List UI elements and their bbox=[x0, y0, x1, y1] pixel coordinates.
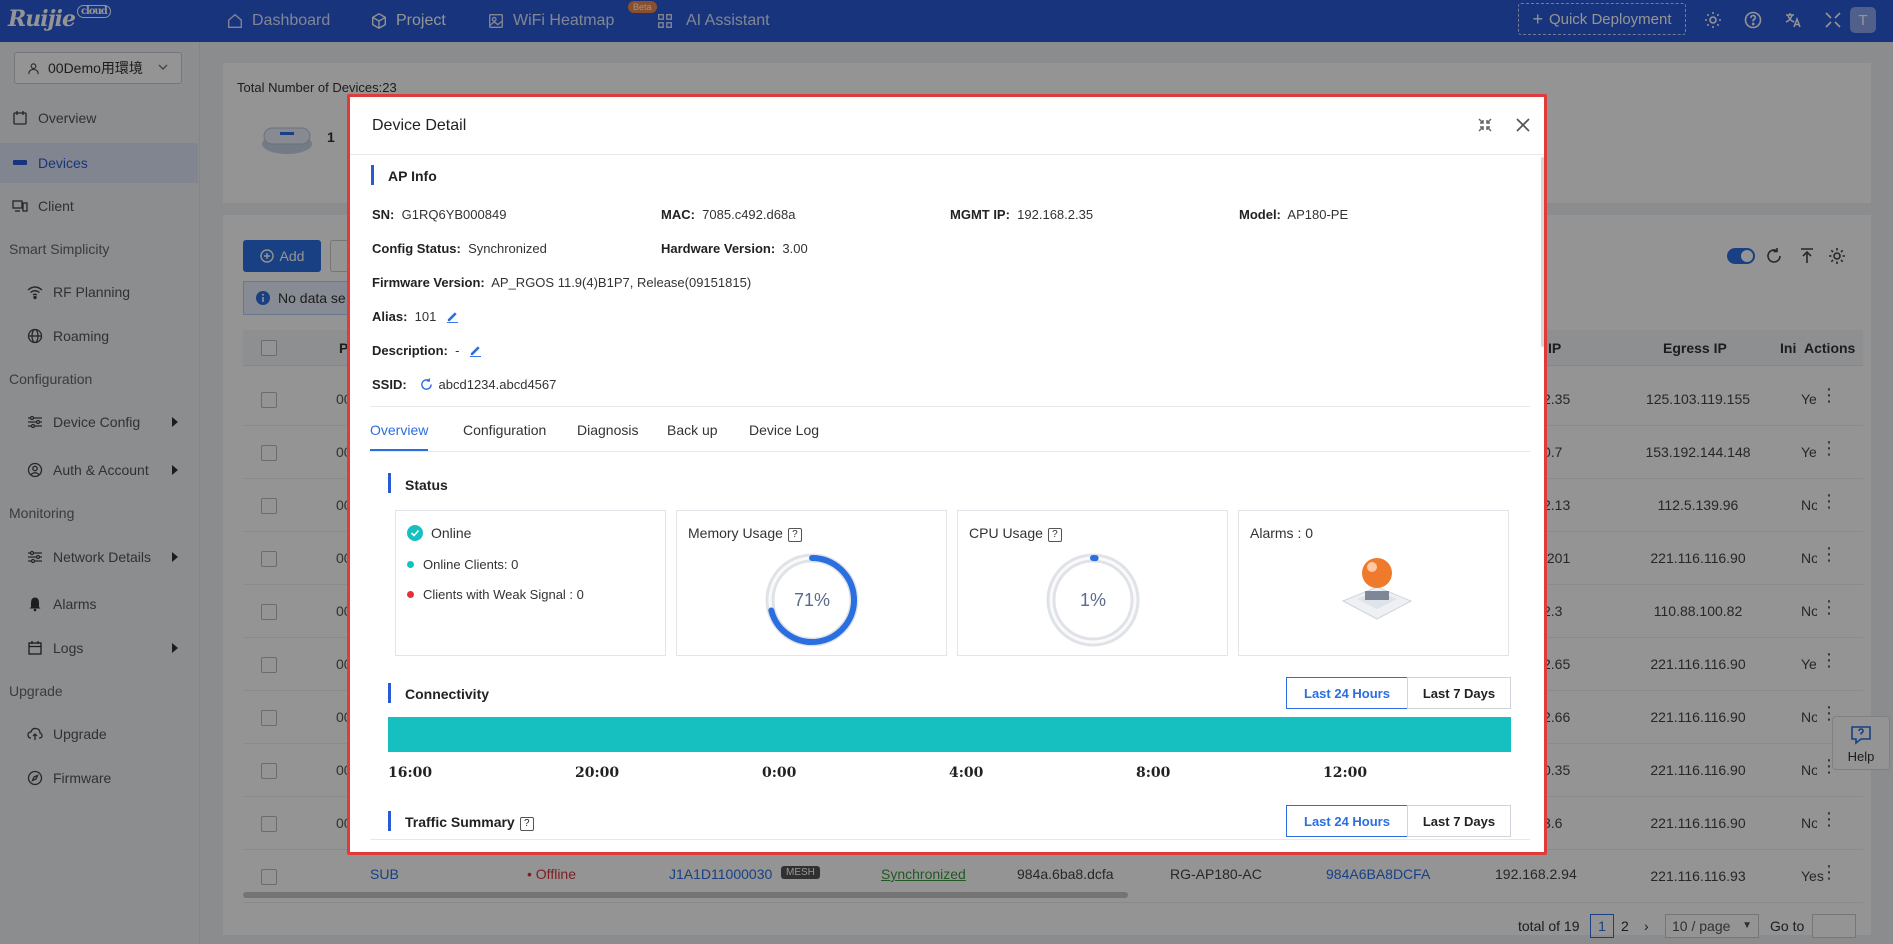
info-divider bbox=[370, 406, 1530, 407]
mac-field: MAC: 7085.c492.d68a bbox=[661, 207, 796, 222]
sn-field: SN: G1RQ6YB000849 bbox=[372, 207, 507, 222]
traffic-last-24-hours-button[interactable]: Last 24 Hours bbox=[1286, 805, 1408, 837]
tabs-divider bbox=[370, 451, 1530, 452]
traffic-summary-title: Traffic Summary? bbox=[405, 814, 534, 831]
sync-icon[interactable] bbox=[420, 378, 433, 391]
online-status-card: Online Online Clients: 0 Clients with We… bbox=[395, 510, 666, 656]
connectivity-title: Connectivity bbox=[405, 686, 490, 702]
section-accent-bar bbox=[388, 473, 391, 493]
time-tick: 8:00 bbox=[1136, 765, 1171, 781]
device-detail-modal: Device Detail AP Info SN: G1RQ6YB000849 … bbox=[347, 94, 1547, 855]
cpu-usage-value: 1% bbox=[1080, 590, 1106, 610]
tab-back-up[interactable]: Back up bbox=[667, 422, 718, 438]
time-tick: 4:00 bbox=[949, 765, 984, 781]
minimize-icon[interactable] bbox=[1475, 115, 1495, 135]
tab-overview[interactable]: Overview bbox=[370, 422, 428, 438]
footer-divider bbox=[370, 839, 1530, 840]
edit-alias-icon[interactable] bbox=[446, 310, 459, 323]
modal-title: Device Detail bbox=[372, 117, 467, 134]
alias-value: 101 bbox=[414, 309, 437, 324]
section-accent-bar bbox=[388, 683, 391, 703]
connectivity-last-7-days-button[interactable]: Last 7 Days bbox=[1407, 677, 1511, 709]
hardware-version-field: Hardware Version: 3.00 bbox=[661, 241, 808, 256]
traffic-last-7-days-button[interactable]: Last 7 Days bbox=[1407, 805, 1511, 837]
status-title: Status bbox=[405, 477, 448, 493]
check-circle-icon bbox=[407, 525, 423, 541]
alarms-card: Alarms : 0 bbox=[1238, 510, 1509, 656]
model-value: AP180-PE bbox=[1287, 207, 1349, 222]
cyan-dot-icon bbox=[407, 561, 414, 568]
cpu-usage-card: CPU Usage? 1% bbox=[957, 510, 1228, 656]
memory-usage-value: 71% bbox=[794, 590, 830, 610]
connectivity-timeline-bar bbox=[388, 717, 1511, 752]
online-label: Online bbox=[431, 525, 472, 541]
online-clients: Online Clients: 0 bbox=[407, 557, 518, 572]
alarm-beacon-icon bbox=[1341, 558, 1413, 620]
cpu-usage-title: CPU Usage? bbox=[969, 525, 1062, 542]
mgmt-ip-value: 192.168.2.35 bbox=[1017, 207, 1094, 222]
model-field: Model: AP180-PE bbox=[1239, 207, 1349, 222]
red-dot-icon bbox=[407, 591, 414, 598]
connectivity-last-24-hours-button[interactable]: Last 24 Hours bbox=[1286, 677, 1408, 709]
alias-field: Alias: 101 bbox=[372, 309, 459, 324]
section-accent-bar bbox=[371, 165, 374, 185]
description-value: - bbox=[455, 343, 460, 358]
memory-gauge: 71% bbox=[765, 553, 859, 647]
mgmt-ip-field: MGMT IP: 192.168.2.35 bbox=[950, 207, 1094, 222]
ssid-field: SSID: abcd1234.abcd4567 bbox=[372, 377, 557, 392]
firmware-version-field: Firmware Version: AP_RGOS 11.9(4)B1P7, R… bbox=[372, 275, 752, 290]
sn-value: G1RQ6YB000849 bbox=[401, 207, 507, 222]
tab-device-log[interactable]: Device Log bbox=[749, 422, 819, 438]
cpu-gauge: 1% bbox=[1046, 553, 1140, 647]
ssid-value: abcd1234.abcd4567 bbox=[438, 377, 557, 392]
question-icon[interactable]: ? bbox=[519, 817, 534, 831]
firmware-version-value: AP_RGOS 11.9(4)B1P7, Release(09151815) bbox=[491, 275, 752, 290]
memory-usage-title: Memory Usage? bbox=[688, 525, 802, 542]
hardware-version-value: 3.00 bbox=[782, 241, 808, 256]
time-tick: 0:00 bbox=[762, 765, 797, 781]
tab-configuration[interactable]: Configuration bbox=[463, 422, 546, 438]
alarms-count: Alarms : 0 bbox=[1250, 525, 1314, 541]
config-status-value: Synchronized bbox=[468, 241, 547, 256]
tab-diagnosis[interactable]: Diagnosis bbox=[577, 422, 638, 438]
close-icon[interactable] bbox=[1513, 115, 1533, 135]
section-accent-bar bbox=[388, 811, 391, 831]
config-status-field: Config Status: Synchronized bbox=[372, 241, 547, 256]
time-tick: 12:00 bbox=[1323, 765, 1368, 781]
question-icon[interactable]: ? bbox=[787, 528, 802, 542]
online-indicator: Online bbox=[407, 525, 471, 541]
mac-value: 7085.c492.d68a bbox=[702, 207, 796, 222]
edit-description-icon[interactable] bbox=[469, 344, 482, 357]
question-icon[interactable]: ? bbox=[1047, 528, 1062, 542]
description-field: Description: - bbox=[372, 343, 482, 358]
header-divider bbox=[350, 154, 1544, 155]
time-tick: 20:00 bbox=[575, 765, 620, 781]
modal-scrollbar[interactable] bbox=[1541, 157, 1544, 347]
ap-info-title: AP Info bbox=[388, 168, 437, 184]
memory-usage-card: Memory Usage? 71% bbox=[676, 510, 947, 656]
weak-signal-clients: Clients with Weak Signal : 0 bbox=[407, 587, 584, 602]
time-tick: 16:00 bbox=[388, 765, 433, 781]
